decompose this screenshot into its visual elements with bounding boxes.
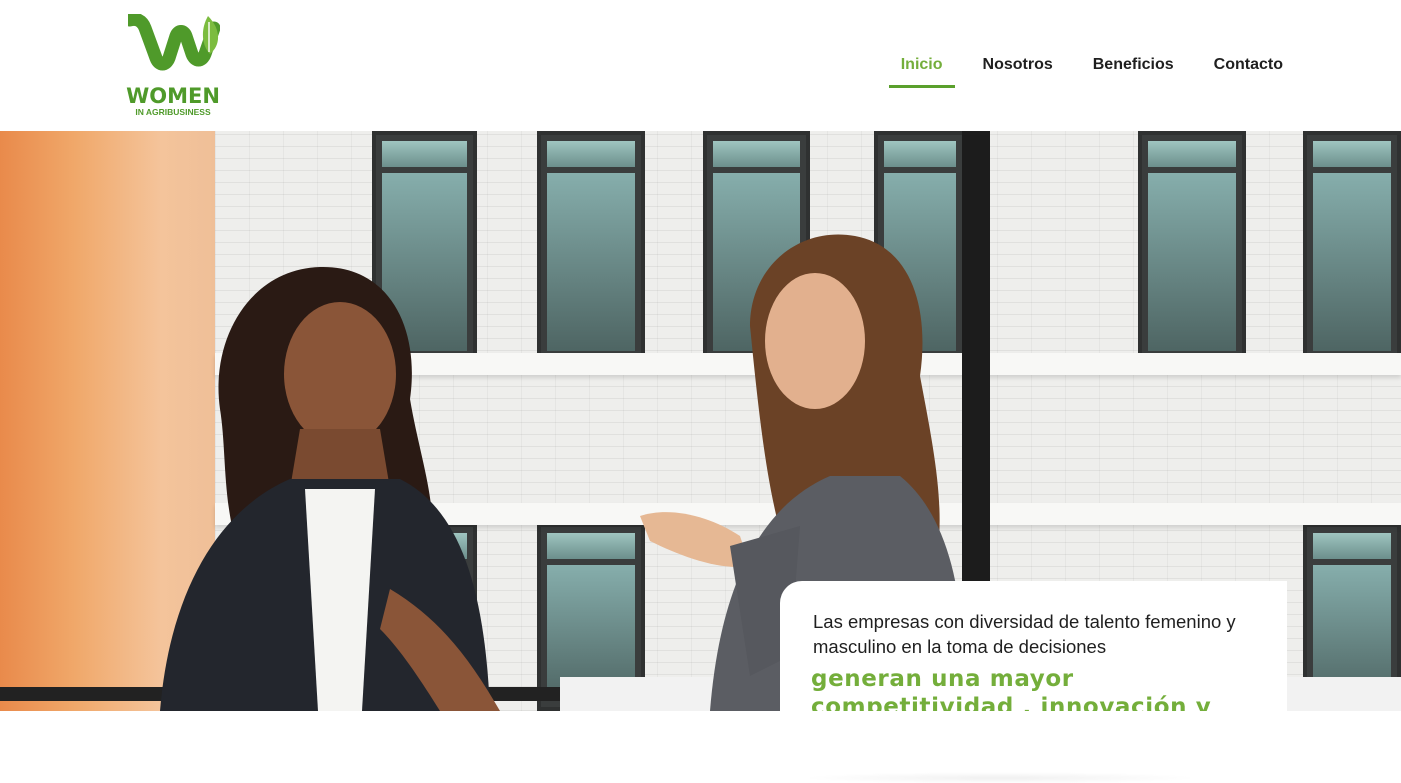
logo-wordmark: WOMEN xyxy=(126,84,220,108)
site-header: WOMEN IN AGRIBUSINESS Inicio Nosotros Be… xyxy=(0,0,1401,131)
hero-message-card: Las empresas con diversidad de talento f… xyxy=(780,581,1287,711)
brand-logo[interactable]: WOMEN IN AGRIBUSINESS xyxy=(124,14,222,118)
main-nav: Inicio Nosotros Beneficios Contacto xyxy=(873,48,1295,88)
logo-tagline: IN AGRIBUSINESS xyxy=(135,107,211,117)
building-window xyxy=(1138,131,1246,361)
woman-left-figure xyxy=(160,266,500,711)
nav-inicio[interactable]: Inicio xyxy=(888,48,955,88)
section-shadow xyxy=(800,772,1200,783)
hero-highlight-text: generan una mayor competitividad , innov… xyxy=(811,666,1212,711)
nav-beneficios[interactable]: Beneficios xyxy=(1081,48,1186,88)
nav-nosotros[interactable]: Nosotros xyxy=(971,48,1065,88)
hero-lead-text: Las empresas con diversidad de talento f… xyxy=(813,611,1236,657)
hero-banner: Las empresas con diversidad de talento f… xyxy=(0,131,1401,711)
building-window xyxy=(1303,131,1401,361)
w-leaf-logo-icon xyxy=(128,14,220,71)
nav-contacto[interactable]: Contacto xyxy=(1202,48,1295,88)
